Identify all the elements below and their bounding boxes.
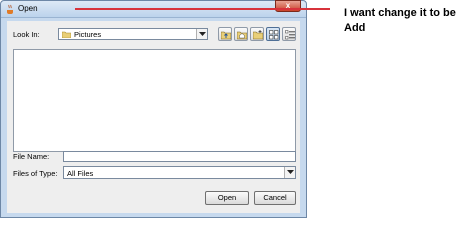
list-view-button[interactable]: [266, 27, 280, 41]
home-icon: [237, 31, 247, 40]
annotation-arrow-line: [75, 8, 330, 10]
folder-icon: [61, 31, 72, 39]
dialog-client-area: Look In: Pictures File Name: Files of Ty…: [7, 21, 300, 213]
up-folder-button[interactable]: [218, 27, 232, 41]
annotation-note: I want change it to be Add: [344, 7, 456, 34]
home-button[interactable]: [234, 27, 248, 41]
chevron-down-icon[interactable]: [196, 29, 207, 39]
new-folder-button[interactable]: [250, 27, 264, 41]
files-of-type-label: Files of Type:: [13, 169, 58, 178]
file-name-input[interactable]: [63, 151, 296, 162]
window-title: Open: [18, 4, 38, 13]
open-button[interactable]: Open: [205, 191, 249, 205]
up-folder-icon: [221, 31, 231, 40]
details-view-icon: [285, 30, 295, 40]
close-button[interactable]: x: [275, 0, 301, 12]
file-name-label: File Name:: [13, 152, 50, 161]
java-app-icon: [5, 4, 15, 14]
new-folder-icon: [253, 30, 263, 40]
look-in-label: Look In:: [13, 30, 40, 39]
list-view-icon: [269, 30, 279, 40]
files-of-type-combo[interactable]: All Files: [63, 166, 296, 179]
files-of-type-value: All Files: [67, 169, 94, 178]
cancel-button[interactable]: Cancel: [254, 191, 296, 205]
look-in-value: Pictures: [74, 30, 102, 39]
details-view-button[interactable]: [282, 27, 296, 41]
open-dialog: Open x Look In: Pictures File Name: File…: [0, 0, 307, 218]
chevron-down-icon[interactable]: [284, 167, 295, 178]
look-in-combo[interactable]: Pictures: [58, 28, 208, 40]
file-list[interactable]: [13, 49, 296, 152]
